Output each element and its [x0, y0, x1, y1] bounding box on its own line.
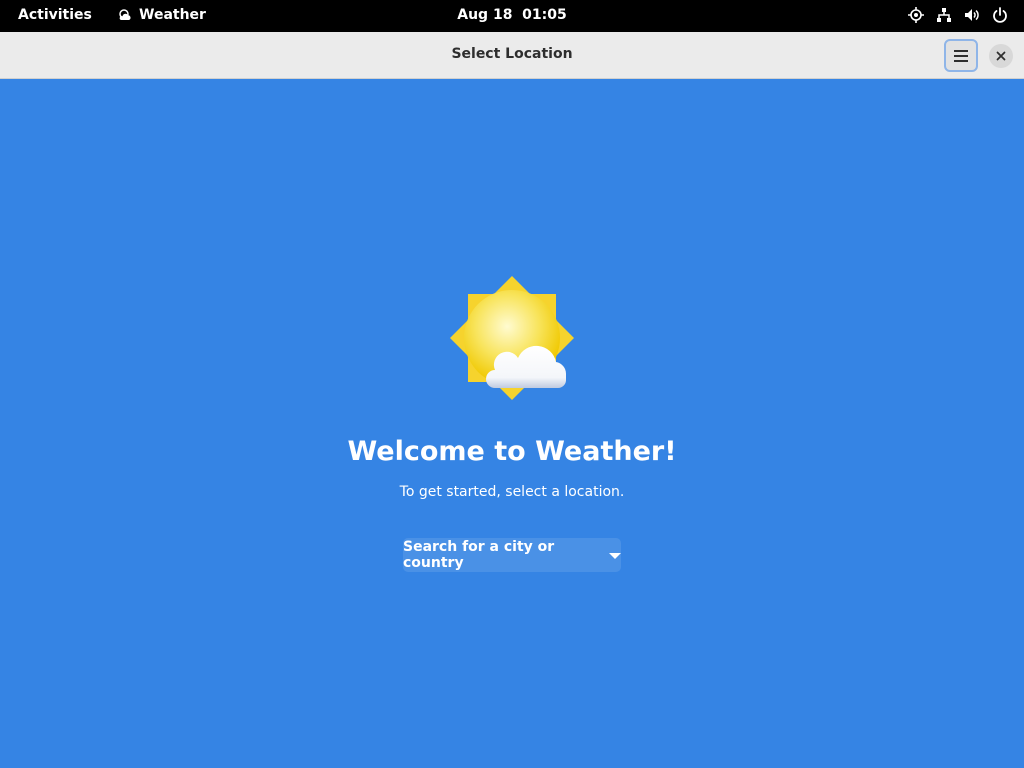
app-name: Weather [139, 7, 206, 23]
location-icon[interactable] [908, 7, 924, 23]
clock-label[interactable]: Aug 18 01:05 [457, 7, 567, 23]
header-bar: Select Location [0, 32, 1024, 79]
top-bar: Activities Weather Aug 18 01:05 [0, 0, 1024, 32]
power-icon[interactable] [992, 7, 1008, 23]
location-search-label: Search for a city or country [403, 539, 555, 571]
welcome-subtitle: To get started, select a location. [399, 484, 625, 500]
close-button[interactable] [989, 44, 1013, 68]
close-icon [996, 51, 1006, 61]
activities-button[interactable]: Activities [18, 7, 92, 23]
sun-behind-cloud-icon [450, 276, 574, 400]
welcome-title: Welcome to Weather! [347, 436, 677, 467]
main-menu-button[interactable] [944, 39, 978, 72]
app-menu-button[interactable]: Weather [117, 7, 206, 23]
dropdown-arrow-icon [609, 553, 621, 559]
network-icon[interactable] [936, 7, 952, 23]
location-search-button[interactable]: Search for a city or country [403, 538, 621, 572]
welcome-page: Welcome to Weather! To get started, sele… [0, 79, 1024, 768]
volume-icon[interactable] [964, 7, 980, 23]
window-title: Select Location [451, 46, 573, 62]
system-tray[interactable] [908, 7, 1008, 23]
weather-app-icon [119, 9, 131, 20]
hamburger-menu-icon [954, 49, 968, 62]
